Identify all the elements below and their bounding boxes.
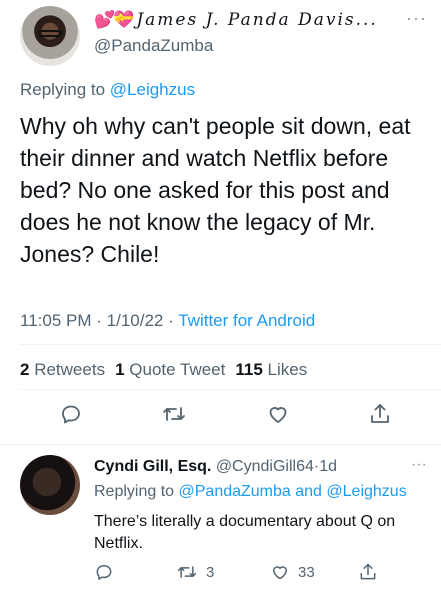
replying-to-prefix: Replying to: [94, 483, 179, 500]
share-button[interactable]: [366, 400, 394, 428]
author-name-row[interactable]: 💕💝 James J. Panda Davis...: [94, 10, 378, 30]
hearts-emoji: 💕💝: [94, 10, 134, 29]
avatar-glasses: [38, 30, 62, 37]
reply-retweet-count: 3: [206, 563, 215, 581]
divider: [20, 344, 441, 345]
like-icon: [273, 566, 287, 580]
quotes-count: 1: [115, 360, 125, 379]
reply-like-button[interactable]: 33: [270, 562, 315, 582]
reply-button[interactable]: [57, 400, 85, 428]
quotes-stat[interactable]: 1 Quote Tweet: [115, 360, 225, 380]
tweet-source[interactable]: Twitter for Android: [178, 311, 315, 330]
reply-icon: [96, 565, 112, 580]
reply-avatar[interactable]: [20, 455, 80, 515]
author-handle[interactable]: @PandaZumba: [94, 36, 213, 56]
likes-label: Likes: [267, 360, 308, 379]
tweet-stats: 2 Retweets 1 Quote Tweet 115 Likes: [20, 360, 307, 380]
replying-to-and: and: [290, 483, 327, 500]
retweets-count: 2: [20, 360, 30, 379]
reply-age: 1d: [319, 458, 337, 475]
replying-to-link[interactable]: @Leighzus: [110, 80, 195, 99]
retweet-button[interactable]: [160, 400, 188, 428]
retweets-label: Retweets: [34, 360, 106, 379]
reply-author-name[interactable]: Cyndi Gill, Esq.: [94, 458, 211, 475]
meta-separator: ·: [96, 311, 102, 330]
divider: [20, 389, 441, 390]
reply-more-options-icon[interactable]: ···: [411, 456, 427, 474]
like-button[interactable]: [264, 400, 292, 428]
tweet-meta: 11:05 PM · 1/10/22 · Twitter for Android: [20, 311, 315, 331]
reply-author-handle[interactable]: @CyndiGill64: [216, 458, 314, 475]
tweet-time[interactable]: 11:05 PM: [20, 311, 92, 330]
more-options-icon[interactable]: ···: [406, 8, 427, 29]
replying-to-link-2[interactable]: @Leighzus: [326, 483, 406, 500]
divider: [0, 444, 441, 445]
retweet-icon: [177, 566, 197, 578]
quotes-label: Quote Tweet: [129, 360, 226, 379]
share-icon: [371, 404, 389, 423]
reply-like-count: 33: [298, 563, 315, 581]
replying-to-line: Replying to @Leighzus: [20, 80, 195, 100]
tweet-action-bar: [0, 400, 441, 434]
tweet-text: Why oh why can't people sit down, eat th…: [20, 113, 411, 267]
meta-separator: ·: [168, 311, 174, 330]
reply-reply-button[interactable]: [94, 562, 114, 582]
reply-action-bar: 3 33: [94, 562, 434, 586]
reply-icon: [62, 405, 80, 424]
author-display-name[interactable]: James J. Panda Davis...: [136, 10, 377, 30]
reply-retweet-button[interactable]: 3: [176, 562, 214, 582]
reply-header: Cyndi Gill, Esq. @CyndiGill64·1d: [94, 458, 337, 476]
replying-to-link-1[interactable]: @PandaZumba: [179, 483, 291, 500]
tweet-date[interactable]: 1/10/22: [107, 311, 164, 330]
likes-count: 115: [235, 360, 263, 379]
reply-replying-to-line: Replying to @PandaZumba and @Leighzus: [94, 483, 407, 501]
replying-to-prefix: Replying to: [20, 80, 110, 99]
share-icon: [360, 563, 376, 580]
retweets-stat[interactable]: 2 Retweets: [20, 360, 105, 380]
reply-share-button[interactable]: [358, 562, 378, 582]
likes-stat[interactable]: 115 Likes: [235, 360, 307, 380]
like-icon: [269, 407, 287, 423]
retweet-icon: [163, 407, 185, 421]
avatar[interactable]: [20, 6, 80, 66]
reply-text: There’s literally a documentary about Q …: [94, 513, 396, 552]
